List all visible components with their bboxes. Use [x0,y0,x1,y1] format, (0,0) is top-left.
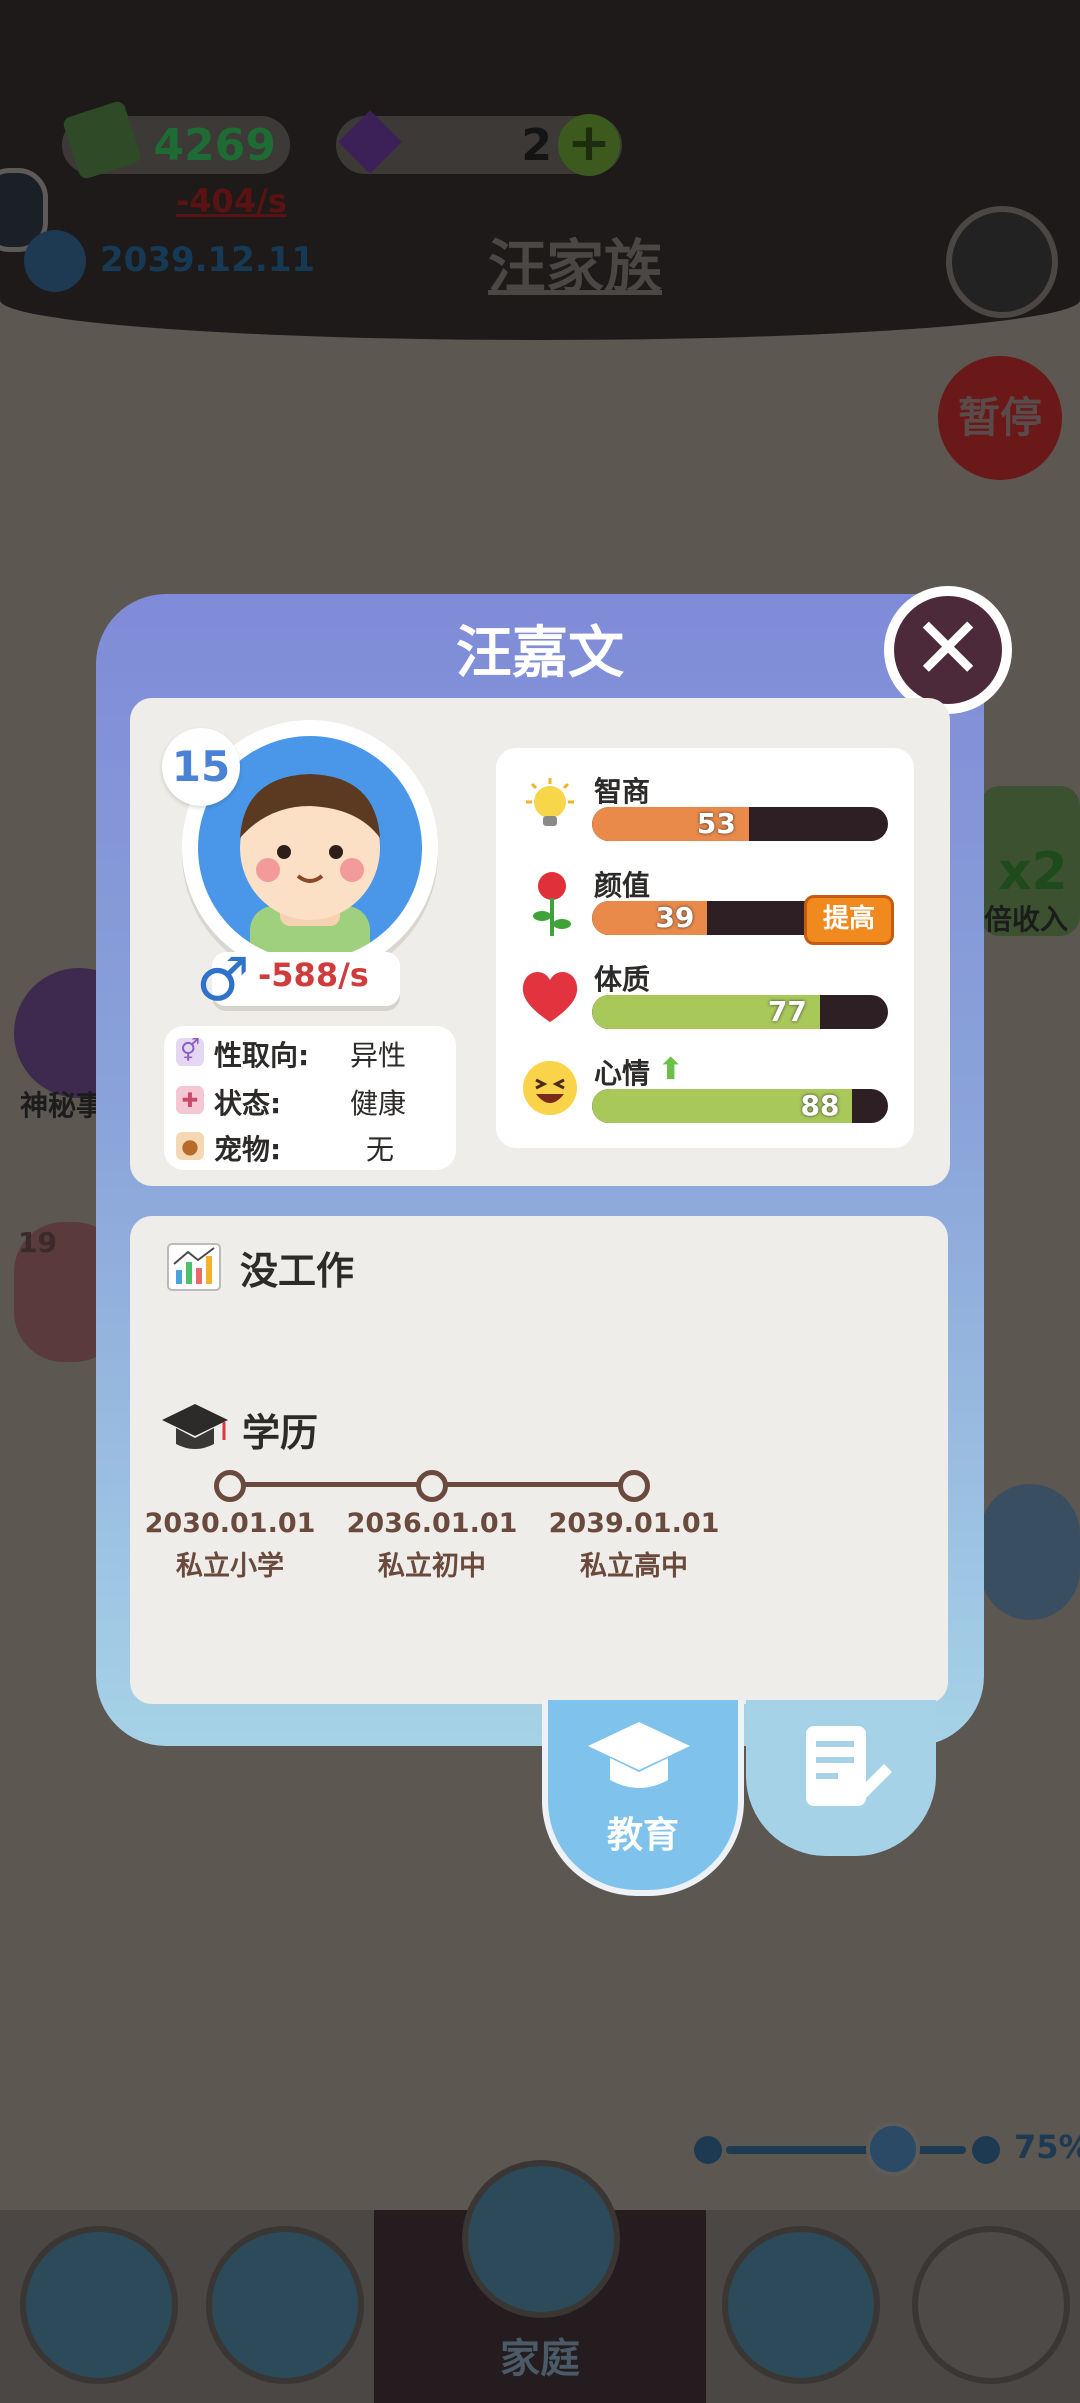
rose-icon [526,868,578,940]
age-badge: 15 [162,728,240,806]
gem-value: 2 [521,120,552,171]
education-school-3: 私立高中 [580,1551,688,1582]
mood-up-arrow-icon: ⬆ [658,1052,684,1087]
stat-mood-value: 88 [800,1089,840,1122]
education-date-1: 2030.01.01 [144,1508,316,1539]
heart-icon [518,966,582,1026]
gem-counter: 2 + [336,110,622,176]
health-status-icon: ✚ [176,1086,204,1114]
laughing-face-icon [520,1058,580,1118]
lightbulb-icon [520,776,580,836]
education-cap-icon [588,1722,690,1788]
pause-button[interactable]: 暂停 [938,356,1062,480]
double-income-button[interactable]: x2 倍收入 [980,786,1080,936]
nav-building-icon[interactable] [722,2226,880,2384]
nav-family-label: 家庭 [500,2336,580,2382]
stat-mood-bar [592,1089,888,1123]
education-school-1: 私立小学 [176,1551,284,1582]
stat-physique-label: 体质 [594,963,651,996]
zoom-slider-track[interactable] [726,2146,966,2154]
money-rate: -404/s [176,182,287,220]
male-gender-icon: ♂ [196,945,250,1015]
double-income-multiplier: x2 [998,842,1068,902]
settings-gear-icon[interactable] [946,206,1058,318]
orientation-icon: ⚥ [176,1038,204,1066]
status-label: 状态: [214,1087,282,1120]
status-value: 健康 [350,1087,407,1120]
job-chart-icon [164,1240,224,1294]
improve-looks-button[interactable]: 提高 [804,895,894,945]
zoom-in-icon[interactable] [972,2136,1000,2164]
education-tab-label: 教育 [606,1815,679,1856]
orientation-label: 性取向: [214,1039,310,1072]
education-school-2: 私立初中 [378,1551,486,1582]
education-date-2: 2036.01.01 [346,1508,518,1539]
zoom-slider-thumb[interactable] [866,2122,920,2176]
nav-flag-icon[interactable] [206,2226,364,2384]
close-icon: ✕ [894,596,1002,704]
graduation-cap-icon [160,1400,230,1456]
education-node-2 [416,1470,448,1502]
pet-shop-icon[interactable] [980,1484,1080,1620]
family-name[interactable]: 汪家族 [488,220,662,304]
education-node-3 [618,1470,650,1502]
stat-physique-bar [592,995,888,1029]
nav-family-tree-icon[interactable] [462,2160,620,2318]
notes-tab[interactable] [746,1700,936,1856]
nav-lock-icon[interactable] [912,2226,1070,2384]
nav-book-icon[interactable] [20,2226,178,2384]
stat-looks-value: 39 [655,901,695,934]
stat-iq-label: 智商 [594,775,651,808]
add-gem-button[interactable]: + [558,114,620,176]
stat-iq-bar [592,807,888,841]
pet-value: 无 [366,1133,395,1166]
zoom-out-icon[interactable] [694,2136,722,2164]
edit-note-icon [806,1726,892,1806]
money-value: 4269 [153,120,276,171]
pet-icon: ● [176,1132,204,1160]
job-title: 没工作 [240,1249,355,1293]
mystery-label: 神秘事 [20,1089,105,1122]
side-character-age: 19 [18,1226,57,1259]
game-date: 2039.12.11 [100,240,316,280]
character-income: -588/s [258,956,369,994]
orientation-value: 异性 [350,1039,407,1072]
stat-mood-label: 心情 [594,1057,651,1090]
stat-looks-label: 颜值 [594,869,651,902]
stat-iq-value: 53 [696,807,736,840]
money-counter: 4269 [61,99,290,181]
education-date-3: 2039.01.01 [548,1508,720,1539]
zoom-percent: 75% [1014,2128,1080,2166]
info-card [164,1026,456,1170]
close-button[interactable]: ✕ [884,586,1012,714]
time-pause-icon[interactable] [24,230,86,292]
education-node-1 [214,1470,246,1502]
stat-physique-value: 77 [767,995,807,1028]
double-income-label: 倍收入 [984,903,1069,936]
education-tab[interactable] [542,1700,744,1896]
pet-label: 宠物: [214,1133,282,1166]
education-title: 学历 [242,1411,319,1455]
